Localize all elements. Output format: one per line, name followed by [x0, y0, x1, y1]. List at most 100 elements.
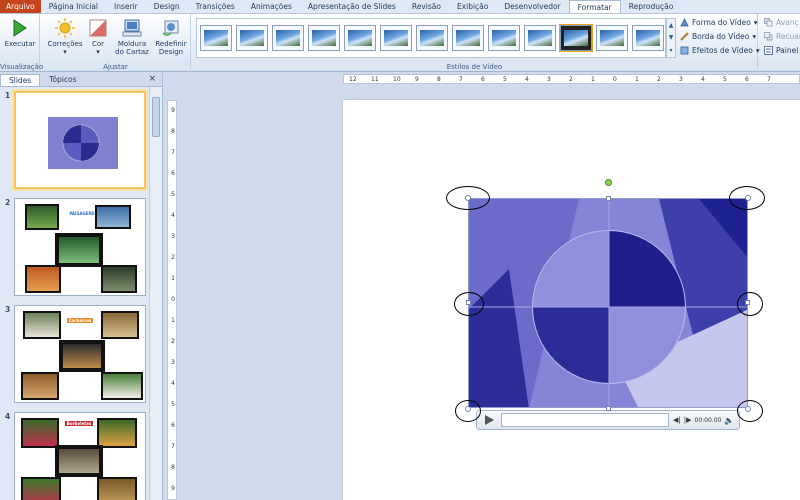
video-style-7[interactable] — [416, 25, 448, 51]
tab-animacoes[interactable]: Animações — [243, 0, 300, 13]
reset-label-1: Redefinir — [155, 40, 187, 48]
ruler-label: 7 — [171, 149, 175, 156]
ruler-label: 5 — [503, 76, 507, 83]
send-backward-button[interactable]: Recuar — [764, 32, 800, 41]
play-button[interactable] — [481, 412, 497, 428]
tab-revisao[interactable]: Revisão — [404, 0, 449, 13]
tab-slides[interactable]: Slides — [0, 74, 41, 86]
vertical-ruler: 9 8 7 6 5 4 3 2 1 0 1 2 3 4 5 6 7 8 9 — [167, 100, 177, 500]
send-backward-label: Recuar — [776, 32, 800, 41]
pane-tabs: Slides Tópicos × — [0, 73, 162, 87]
group-label-visualizacao: Visualização — [0, 63, 44, 71]
ruler-label: 1 — [171, 275, 175, 282]
send-backward-icon — [764, 32, 773, 41]
video-style-5[interactable] — [344, 25, 376, 51]
thumb-image — [97, 418, 137, 448]
highlight-mark — [737, 400, 763, 422]
video-style-2[interactable] — [236, 25, 268, 51]
poster-frame-button[interactable]: Moldura do Cartaz — [113, 17, 151, 56]
video-frame — [469, 199, 747, 407]
thumb-image — [97, 477, 137, 500]
group-ajustar: Correções ▾ Cor ▾ Moldura do Cartaz Rede… — [41, 14, 191, 72]
slide-caption: Borboletas — [65, 421, 93, 426]
close-icon[interactable]: × — [148, 74, 156, 84]
video-object[interactable] — [468, 198, 748, 408]
ruler-label: 3 — [679, 76, 683, 83]
effects-icon — [680, 46, 689, 55]
thumb-image — [25, 204, 59, 230]
scroll-thumb[interactable] — [152, 97, 160, 137]
chevron-down-icon[interactable]: ▼ — [669, 34, 674, 41]
volume-icon[interactable]: 🔈 — [724, 416, 734, 425]
ruler-label: 3 — [547, 76, 551, 83]
color-button[interactable]: Cor ▾ — [87, 17, 109, 56]
video-style-3[interactable] — [272, 25, 304, 51]
seek-forward-icon[interactable]: |▶ — [684, 416, 692, 424]
highlight-mark — [455, 400, 481, 422]
video-style-10[interactable] — [524, 25, 556, 51]
ruler-label: 9 — [415, 76, 419, 83]
ruler-label: 6 — [171, 170, 175, 177]
tab-apresentacao[interactable]: Apresentação de Slides — [300, 0, 404, 13]
ruler-label: 5 — [171, 401, 175, 408]
reset-design-button[interactable]: Redefinir Design — [153, 17, 189, 56]
tab-exibicao[interactable]: Exibição — [449, 0, 496, 13]
thumb-image — [25, 265, 61, 293]
video-border-button[interactable]: Borda do Vídeo ▾ — [680, 32, 756, 41]
tab-transicoes[interactable]: Transições — [188, 0, 243, 13]
tab-outlines[interactable]: Tópicos — [40, 73, 85, 86]
reset-label-2: Design — [158, 48, 184, 56]
reset-icon — [160, 17, 182, 39]
highlight-mark — [454, 292, 484, 316]
video-shape-button[interactable]: Forma do Vídeo ▾ — [680, 18, 758, 27]
video-style-9[interactable] — [488, 25, 520, 51]
tab-arquivo[interactable]: Arquivo — [0, 0, 41, 13]
tab-formatar[interactable]: Formatar — [568, 0, 621, 13]
highlight-mark — [729, 186, 765, 210]
ruler-label: 9 — [171, 485, 175, 492]
ruler-label: 7 — [767, 76, 771, 83]
video-effects-button[interactable]: Efeitos de Vídeo ▾ — [680, 46, 760, 55]
chevron-up-icon[interactable]: ▲ — [669, 22, 674, 29]
tab-pagina-inicial[interactable]: Página Inicial — [41, 0, 106, 13]
corrections-button[interactable]: Correções ▾ — [45, 17, 85, 56]
tab-reproducao[interactable]: Reprodução — [621, 0, 682, 13]
execute-button[interactable]: Executar — [4, 17, 36, 48]
selection-pane-button[interactable]: Painel — [764, 46, 798, 55]
rotation-handle[interactable] — [605, 179, 612, 186]
tab-inserir[interactable]: Inserir — [106, 0, 146, 13]
gallery-scroll[interactable]: ▲ ▼ ▾ — [666, 18, 676, 58]
selection-pane-label: Painel — [776, 46, 799, 55]
highlight-mark — [737, 292, 763, 316]
ruler-label: 11 — [371, 76, 379, 83]
gallery-more-icon[interactable]: ▾ — [669, 47, 672, 54]
seek-back-icon[interactable]: ◀| — [673, 416, 681, 424]
slide-number: 3 — [5, 305, 11, 314]
color-icon — [87, 17, 109, 39]
bring-forward-icon — [764, 18, 773, 27]
resize-handle-top[interactable] — [606, 196, 611, 201]
ruler-label: 10 — [393, 76, 401, 83]
resize-handle-bottom[interactable] — [606, 406, 611, 411]
video-style-1[interactable] — [200, 25, 232, 51]
thumb-image — [101, 372, 143, 400]
video-style-12[interactable] — [596, 25, 628, 51]
ruler-label: 0 — [171, 296, 175, 303]
group-label-estilos: Estilos de Vídeo — [446, 63, 503, 71]
slide-preview: Cachorros — [14, 305, 146, 403]
ribbon: Executar Visualização Correções ▾ Cor ▾ … — [0, 14, 800, 72]
tab-desenvolvedor[interactable]: Desenvolvedor — [496, 0, 568, 13]
video-style-11[interactable] — [559, 24, 593, 52]
playback-track[interactable] — [501, 413, 669, 427]
video-style-8[interactable] — [452, 25, 484, 51]
pane-scrollbar[interactable] — [149, 87, 162, 500]
ruler-label: 2 — [569, 76, 573, 83]
bring-forward-button[interactable]: Avanç — [764, 18, 799, 27]
ruler-label: 1 — [591, 76, 595, 83]
video-style-13[interactable] — [632, 25, 664, 51]
corrections-label: Correções — [47, 40, 83, 48]
video-style-4[interactable] — [308, 25, 340, 51]
video-style-6[interactable] — [380, 25, 412, 51]
ruler-label: 8 — [171, 464, 175, 471]
tab-design[interactable]: Design — [146, 0, 188, 13]
